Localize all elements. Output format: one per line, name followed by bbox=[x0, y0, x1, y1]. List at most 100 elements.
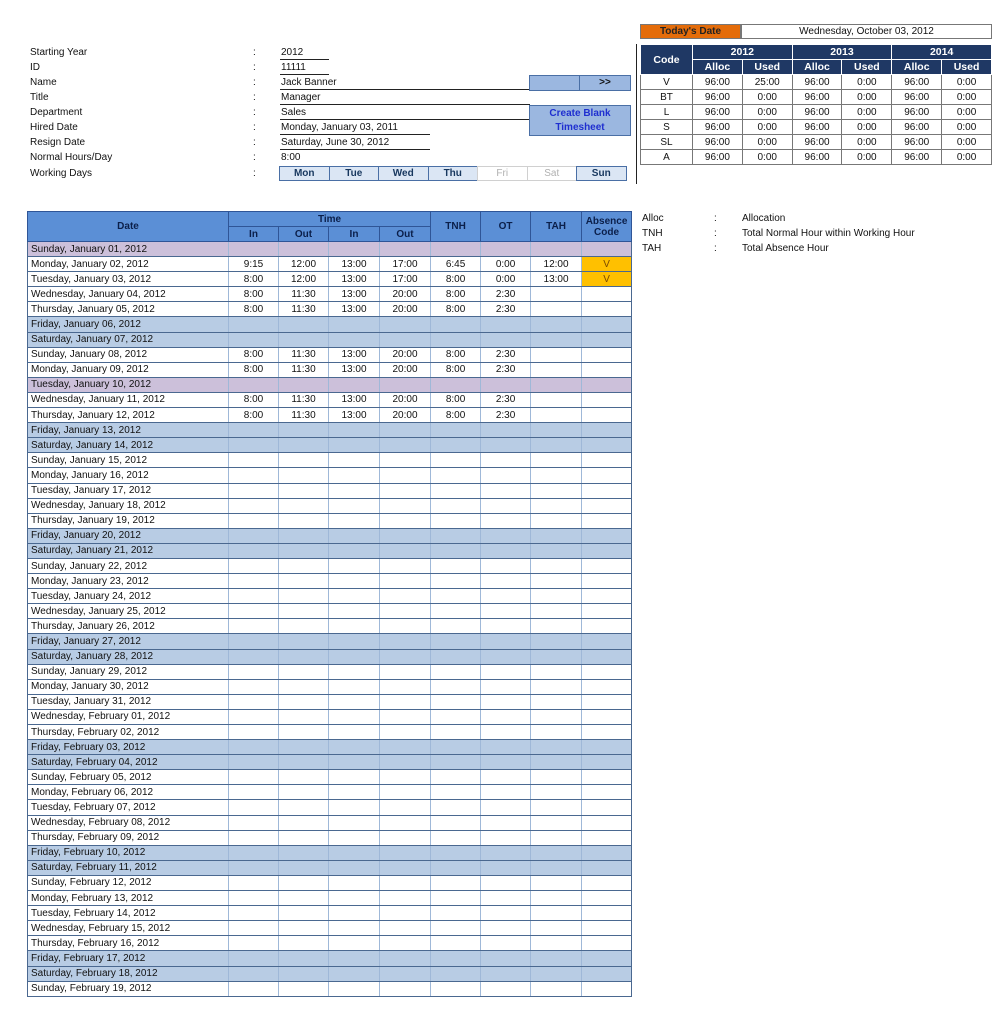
absence-code-cell[interactable] bbox=[581, 452, 633, 469]
time-out-2-cell[interactable] bbox=[378, 875, 431, 892]
tnh-cell[interactable] bbox=[430, 694, 481, 710]
time-out-2-cell[interactable] bbox=[378, 769, 431, 786]
tah-cell[interactable] bbox=[530, 513, 582, 529]
time-in-1-cell[interactable] bbox=[228, 467, 279, 484]
ot-cell[interactable] bbox=[480, 633, 531, 650]
tah-cell[interactable] bbox=[530, 392, 582, 409]
tah-cell[interactable] bbox=[530, 890, 582, 907]
time-out-1-cell[interactable] bbox=[278, 603, 329, 620]
tnh-cell[interactable] bbox=[430, 422, 481, 439]
ot-cell[interactable] bbox=[480, 513, 531, 529]
next-button[interactable]: >> bbox=[579, 75, 631, 91]
tnh-cell[interactable] bbox=[430, 754, 481, 771]
time-in-2-cell[interactable] bbox=[328, 709, 380, 726]
day-toggle-mon[interactable]: Mon bbox=[279, 166, 330, 181]
ot-cell[interactable]: 2:30 bbox=[480, 392, 531, 409]
time-in-1-cell[interactable] bbox=[228, 981, 279, 997]
tah-cell[interactable] bbox=[530, 981, 582, 997]
time-in-1-cell[interactable]: 9:15 bbox=[228, 256, 279, 273]
absence-code-cell[interactable] bbox=[581, 603, 633, 620]
tnh-cell[interactable] bbox=[430, 664, 481, 680]
tah-cell[interactable] bbox=[530, 452, 582, 469]
ot-cell[interactable] bbox=[480, 679, 531, 695]
absence-code-cell[interactable] bbox=[581, 528, 633, 544]
tnh-cell[interactable] bbox=[430, 649, 481, 665]
time-in-1-cell[interactable] bbox=[228, 679, 279, 695]
tah-cell[interactable] bbox=[530, 558, 582, 575]
tnh-cell[interactable] bbox=[430, 769, 481, 786]
time-out-1-cell[interactable] bbox=[278, 905, 329, 922]
absence-code-cell[interactable] bbox=[581, 799, 633, 816]
ot-cell[interactable] bbox=[480, 467, 531, 484]
time-in-1-cell[interactable] bbox=[228, 498, 279, 514]
tah-cell[interactable] bbox=[530, 799, 582, 816]
time-out-1-cell[interactable] bbox=[278, 573, 329, 590]
tnh-cell[interactable]: 6:45 bbox=[430, 256, 481, 273]
tnh-cell[interactable] bbox=[430, 588, 481, 605]
tah-cell[interactable] bbox=[530, 950, 582, 967]
hired-date-field[interactable]: Monday, January 03, 2011 bbox=[280, 120, 430, 135]
time-in-1-cell[interactable] bbox=[228, 316, 279, 333]
ot-cell[interactable]: 2:30 bbox=[480, 286, 531, 303]
time-in-1-cell[interactable] bbox=[228, 452, 279, 469]
time-in-1-cell[interactable] bbox=[228, 875, 279, 892]
tah-cell[interactable] bbox=[530, 407, 582, 424]
time-in-1-cell[interactable] bbox=[228, 830, 279, 846]
tah-cell[interactable] bbox=[530, 301, 582, 318]
time-out-1-cell[interactable]: 11:30 bbox=[278, 286, 329, 303]
time-out-2-cell[interactable] bbox=[378, 935, 431, 952]
ot-cell[interactable] bbox=[480, 875, 531, 892]
ot-cell[interactable]: 2:30 bbox=[480, 301, 531, 318]
tnh-cell[interactable] bbox=[430, 498, 481, 514]
time-in-2-cell[interactable] bbox=[328, 724, 380, 741]
tnh-cell[interactable] bbox=[430, 573, 481, 590]
time-in-2-cell[interactable] bbox=[328, 633, 380, 650]
tah-cell[interactable] bbox=[530, 588, 582, 605]
ot-cell[interactable] bbox=[480, 739, 531, 756]
time-out-1-cell[interactable] bbox=[278, 316, 329, 333]
time-in-1-cell[interactable]: 8:00 bbox=[228, 347, 279, 363]
absence-code-cell[interactable] bbox=[581, 301, 633, 318]
time-out-2-cell[interactable]: 17:00 bbox=[378, 271, 431, 288]
tnh-cell[interactable] bbox=[430, 437, 481, 454]
resign-date-field[interactable]: Saturday, June 30, 2012 bbox=[280, 135, 430, 150]
absence-code-cell[interactable] bbox=[581, 513, 633, 529]
time-in-2-cell[interactable] bbox=[328, 799, 380, 816]
ot-cell[interactable] bbox=[480, 316, 531, 333]
tnh-cell[interactable] bbox=[430, 513, 481, 529]
tah-cell[interactable] bbox=[530, 875, 582, 892]
ot-cell[interactable] bbox=[480, 905, 531, 922]
time-out-1-cell[interactable] bbox=[278, 241, 329, 258]
tnh-cell[interactable]: 8:00 bbox=[430, 271, 481, 288]
time-in-2-cell[interactable] bbox=[328, 603, 380, 620]
time-out-2-cell[interactable] bbox=[378, 950, 431, 967]
time-out-2-cell[interactable] bbox=[378, 241, 431, 258]
time-out-2-cell[interactable] bbox=[378, 467, 431, 484]
absence-code-cell[interactable] bbox=[581, 950, 633, 967]
absence-code-cell[interactable]: V bbox=[581, 271, 633, 288]
tnh-cell[interactable] bbox=[430, 815, 481, 831]
absence-code-cell[interactable] bbox=[581, 467, 633, 484]
absence-code-cell[interactable] bbox=[581, 573, 633, 590]
ot-cell[interactable] bbox=[480, 815, 531, 831]
tah-cell[interactable] bbox=[530, 528, 582, 544]
time-in-1-cell[interactable] bbox=[228, 649, 279, 665]
tnh-cell[interactable] bbox=[430, 920, 481, 937]
time-out-2-cell[interactable] bbox=[378, 422, 431, 439]
time-out-1-cell[interactable]: 12:00 bbox=[278, 256, 329, 273]
ot-cell[interactable] bbox=[480, 920, 531, 937]
absence-code-cell[interactable] bbox=[581, 588, 633, 605]
time-out-2-cell[interactable] bbox=[378, 920, 431, 937]
day-toggle-sat[interactable]: Sat bbox=[526, 166, 577, 181]
ot-cell[interactable] bbox=[480, 377, 531, 393]
absence-code-cell[interactable] bbox=[581, 543, 633, 559]
time-in-1-cell[interactable] bbox=[228, 920, 279, 937]
tnh-cell[interactable] bbox=[430, 905, 481, 922]
tnh-cell[interactable] bbox=[430, 377, 481, 393]
time-out-2-cell[interactable] bbox=[378, 890, 431, 907]
absence-code-cell[interactable] bbox=[581, 966, 633, 982]
tah-cell[interactable] bbox=[530, 437, 582, 454]
time-in-1-cell[interactable] bbox=[228, 618, 279, 635]
absence-code-cell[interactable] bbox=[581, 286, 633, 303]
tah-cell[interactable] bbox=[530, 905, 582, 922]
